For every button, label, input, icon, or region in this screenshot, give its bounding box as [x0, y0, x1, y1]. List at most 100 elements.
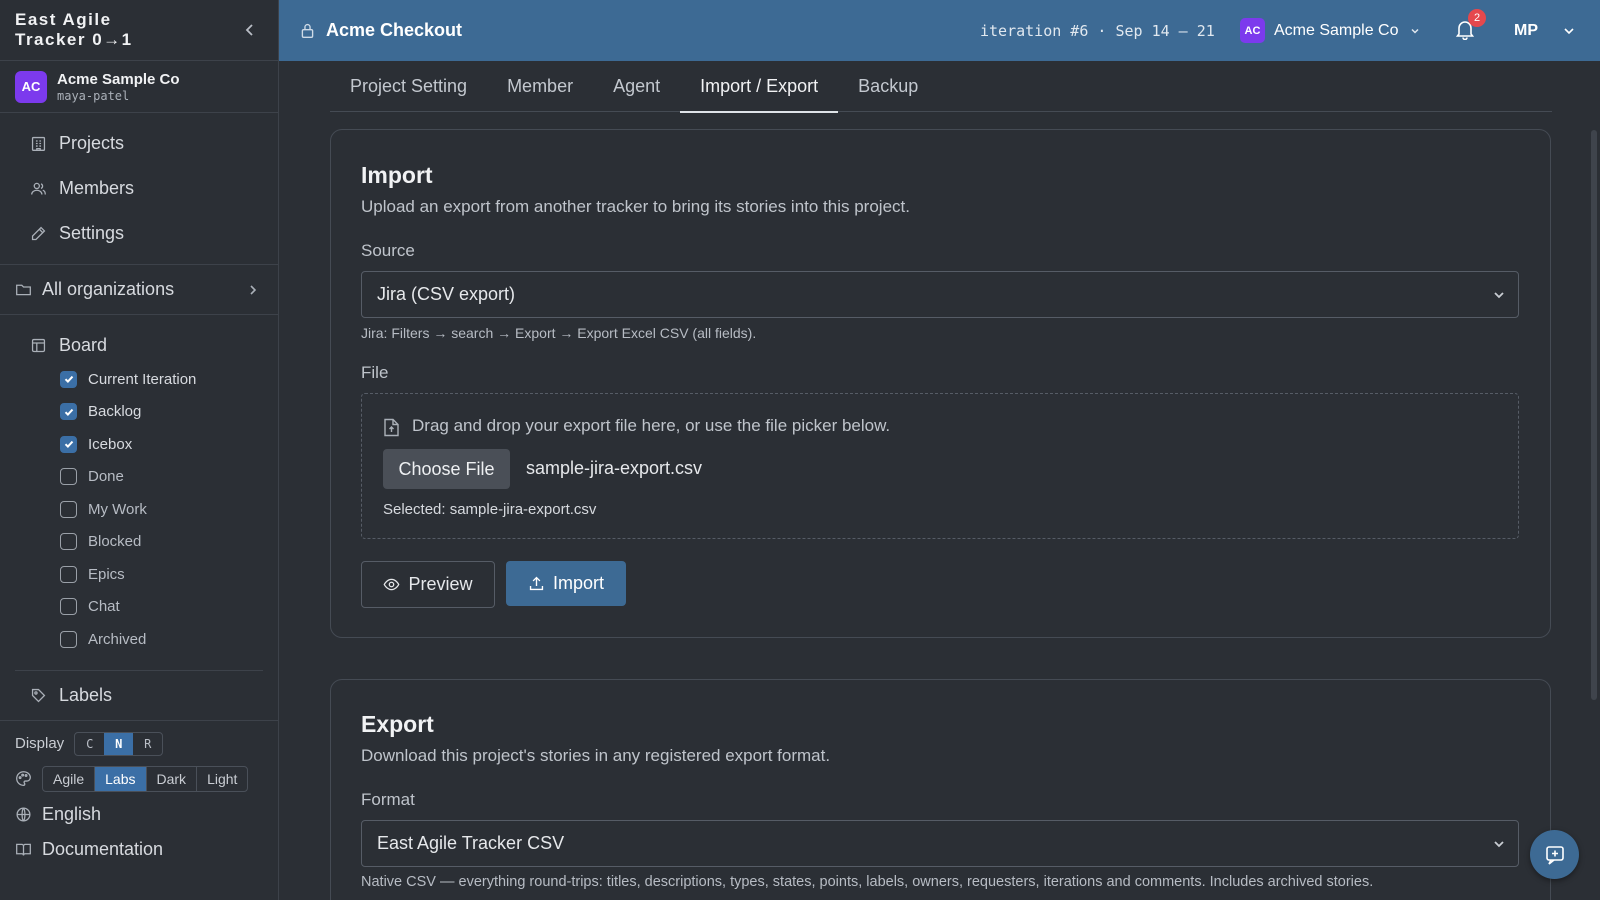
board-toggle-label: Epics	[88, 565, 125, 583]
message-plus-icon	[1545, 845, 1564, 865]
main-nav: Projects Members Settings	[0, 113, 278, 265]
user-initials[interactable]: MP	[1514, 22, 1538, 40]
check-icon	[64, 441, 73, 449]
checkbox-unchecked[interactable]	[60, 630, 77, 648]
format-value: East Agile Tracker CSV	[377, 833, 565, 853]
display-label: Display	[15, 735, 65, 752]
user-menu-chevron-icon[interactable]	[1562, 24, 1576, 38]
board-section: Board Current Iteration Backlog Icebox Done…	[0, 315, 278, 656]
labels-link[interactable]: Labels	[0, 671, 278, 721]
check-icon	[64, 408, 73, 416]
preview-button[interactable]: Preview	[361, 561, 495, 608]
import-card: Import Upload an export from another tra…	[330, 129, 1551, 638]
board-toggle-item[interactable]: Epics	[0, 558, 278, 591]
language-label: English	[42, 803, 102, 824]
users-icon	[31, 182, 46, 195]
source-value: Jira (CSV export)	[377, 284, 516, 304]
org-menu-name: Acme Sample Co	[1274, 21, 1399, 39]
collapse-sidebar-icon[interactable]	[240, 20, 260, 40]
theme-option[interactable]: Labs	[95, 766, 147, 791]
board-toggle-item[interactable]: Chat	[0, 591, 278, 624]
org-username: maya-patel	[57, 88, 130, 103]
building-icon	[31, 136, 46, 151]
import-label: Import	[552, 573, 604, 593]
chevron-down-icon	[1494, 291, 1504, 298]
check-icon	[64, 376, 73, 384]
checkbox-checked[interactable]	[60, 435, 77, 453]
board-toggle-item[interactable]: Current Iteration	[0, 363, 278, 396]
import-button[interactable]: Import	[506, 561, 626, 606]
checkbox-checked[interactable]	[60, 403, 77, 421]
checkbox-unchecked[interactable]	[60, 468, 77, 486]
board-panel-list: Current Iteration Backlog Icebox Done My Wor…	[0, 363, 278, 656]
board-heading[interactable]: Board	[0, 327, 278, 363]
board-toggle-label: Done	[88, 468, 124, 486]
settings-tabs: Project Setting Member Agent Import / Expor…	[330, 61, 1552, 113]
board-toggle-item[interactable]: Done	[0, 461, 278, 494]
checkbox-unchecked[interactable]	[60, 500, 77, 518]
scrollbar-thumb[interactable]	[1591, 130, 1597, 700]
checkbox-unchecked[interactable]	[60, 598, 77, 616]
nav-members-label: Members	[59, 178, 135, 198]
tab[interactable]: Backup	[838, 61, 938, 112]
format-hint: Native CSV — everything round-trips: tit…	[361, 874, 1374, 890]
display-density: Display CNR	[0, 727, 278, 761]
source-select[interactable]: Jira (CSV export)	[361, 271, 1519, 318]
nav-settings-label: Settings	[59, 223, 125, 243]
labels-label: Labels	[59, 684, 113, 705]
board-toggle-item[interactable]: My Work	[0, 493, 278, 526]
display-option[interactable]: R	[133, 733, 162, 755]
tab[interactable]: Member	[487, 61, 593, 112]
brand-line-1: East Agile	[15, 10, 112, 29]
project-title[interactable]: Acme Checkout	[326, 20, 462, 41]
display-option[interactable]: N	[104, 732, 134, 755]
org-avatar-small: AC	[1240, 18, 1265, 43]
upload-icon	[529, 576, 544, 591]
org-avatar: AC	[15, 70, 47, 103]
preview-label: Preview	[408, 574, 473, 594]
board-toggle-item[interactable]: Archived	[0, 623, 278, 656]
board-toggle-label: Archived	[88, 630, 147, 648]
globe-icon	[16, 806, 31, 822]
folder-icon	[16, 284, 31, 296]
display-option[interactable]: C	[75, 733, 104, 755]
board-toggle-item[interactable]: Backlog	[0, 396, 278, 429]
board-toggle-label: Chat	[88, 598, 120, 616]
board-toggle-item[interactable]: Blocked	[0, 526, 278, 559]
org-switcher[interactable]: AC Acme Sample Co maya-patel	[0, 61, 278, 113]
org-menu[interactable]: AC Acme Sample Co	[1240, 18, 1421, 43]
eye-icon	[384, 578, 400, 591]
tab[interactable]: Project Setting	[330, 61, 487, 112]
board-toggle-label: My Work	[88, 500, 147, 518]
lock-icon	[301, 23, 314, 38]
checkbox-unchecked[interactable]	[60, 533, 77, 551]
tab[interactable]: Import / Export	[680, 61, 839, 113]
selected-file-text: Selected: sample-jira-export.csv	[383, 501, 597, 518]
theme-switcher: Agile Labs Dark Light	[0, 761, 278, 797]
checkbox-unchecked[interactable]	[60, 565, 77, 583]
brand: East Agile Tracker 0→1	[0, 0, 278, 61]
all-organizations-link[interactable]: All organizations	[0, 265, 278, 315]
chevron-down-icon	[1494, 840, 1504, 847]
board-toggle-label: Current Iteration	[88, 370, 197, 388]
nav-settings[interactable]: Settings	[0, 211, 278, 256]
tab[interactable]: Agent	[593, 61, 680, 112]
export-card: Export Download this project's stories i…	[330, 679, 1551, 900]
board-toggle-item[interactable]: Icebox	[0, 428, 278, 461]
nav-projects[interactable]: Projects	[0, 121, 278, 166]
chat-button[interactable]	[1530, 830, 1579, 879]
chosen-file-name: sample-jira-export.csv	[526, 458, 703, 478]
theme-option[interactable]: Agile	[43, 766, 96, 791]
checkbox-checked[interactable]	[60, 370, 77, 388]
board-icon	[31, 338, 46, 352]
nav-members[interactable]: Members	[0, 166, 278, 211]
choose-file-button[interactable]: Choose File	[383, 449, 510, 489]
theme-option[interactable]: Dark	[147, 766, 198, 791]
file-dropzone[interactable]: Drag and drop your export file here, or …	[361, 393, 1519, 539]
dropzone-text: Drag and drop your export file here, or …	[412, 416, 891, 435]
brand-line-2: Tracker 0→1	[15, 30, 133, 49]
theme-option[interactable]: Light	[197, 767, 247, 791]
language-selector[interactable]: English	[0, 797, 278, 832]
format-select[interactable]: East Agile Tracker CSV	[361, 820, 1519, 867]
documentation-link[interactable]: Documentation	[0, 832, 278, 867]
